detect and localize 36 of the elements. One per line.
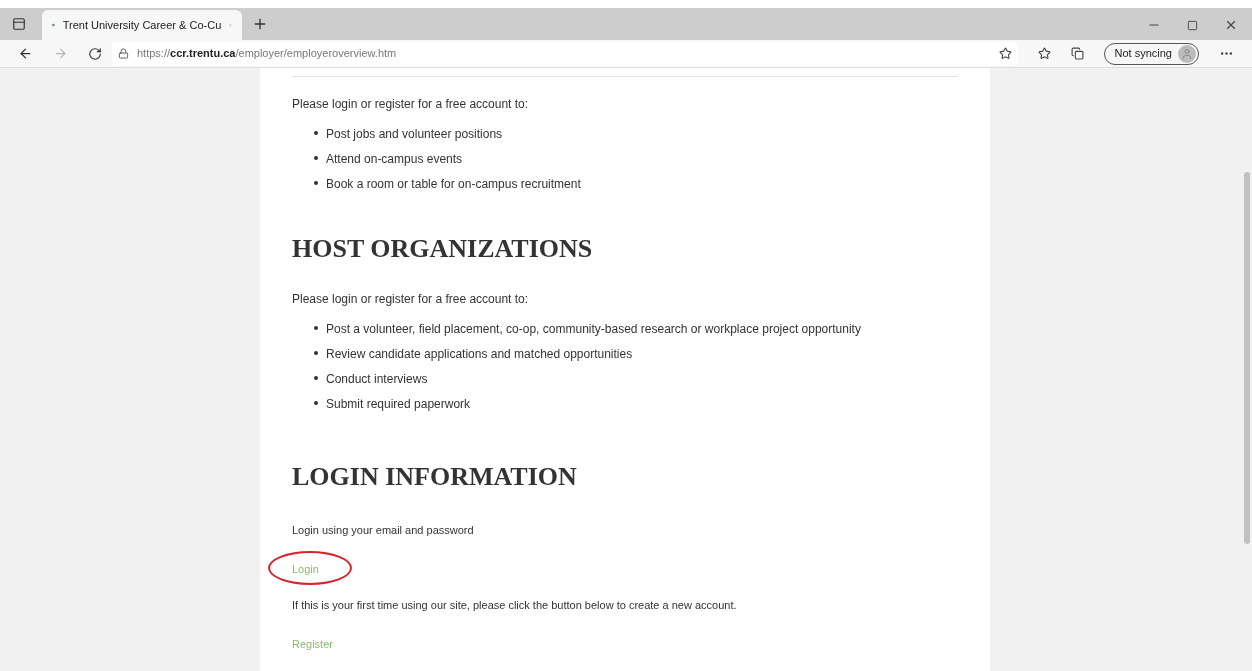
section-heading: LOGIN INFORMATION	[292, 461, 578, 493]
lock-icon	[118, 48, 129, 59]
bullet-icon	[314, 156, 318, 160]
url-text: https://ccr.trentu.ca/employer/employeroverview.htm	[137, 46, 397, 62]
bullet-text: Conduct interviews	[326, 371, 428, 388]
back-icon[interactable]	[18, 46, 33, 61]
bullet-icon	[314, 401, 318, 405]
login-text: Login using your email and password	[292, 523, 475, 538]
close-window-icon[interactable]	[1224, 18, 1238, 32]
tab-title: Trent University Career & Co-Cu	[62, 17, 222, 33]
bullet-text: Attend on-campus events	[326, 151, 463, 168]
bullet-text: Submit required paperwork	[326, 396, 471, 413]
intro-text: Please login or register for a free account to:	[292, 291, 530, 308]
refresh-icon[interactable]	[88, 46, 102, 61]
intro-text: Please login or register for a free account to:	[292, 96, 530, 113]
bullet-icon	[314, 326, 318, 330]
collections-icon[interactable]	[1070, 47, 1084, 60]
section-heading: HOST ORGANIZATIONS	[292, 233, 594, 265]
scrollbar-thumb[interactable]	[1244, 172, 1250, 544]
address-field[interactable]: https://ccr.trentu.ca/employer/employeroverview.htm	[112, 41, 1018, 66]
bullet-text: Post jobs and volunteer positions	[326, 126, 503, 143]
favorites-icon[interactable]	[1037, 47, 1051, 60]
bullet-text: Post a volunteer, field placement, co-op, community-based research or workplace project opportunity	[326, 321, 861, 338]
bullet-text: Book a room or table for on-campus recruitment	[326, 176, 581, 193]
bullet-text: Review candidate applications and matched opportunities	[326, 346, 633, 363]
favorite-add-icon[interactable]	[998, 47, 1012, 60]
avatar-icon	[1178, 44, 1196, 63]
bullet-icon	[314, 351, 318, 355]
register-text: If this is your first time using our site, please click the button below to create a new account.	[292, 598, 738, 613]
maximize-icon[interactable]	[1187, 19, 1198, 31]
bullet-icon	[314, 131, 318, 135]
tab-actions-icon[interactable]	[12, 17, 26, 31]
new-tab-icon[interactable]	[252, 16, 268, 32]
browser-tab[interactable]: Trent University Career & Co-Cu	[42, 10, 242, 40]
bullet-icon	[314, 376, 318, 380]
bullet-icon	[314, 181, 318, 185]
